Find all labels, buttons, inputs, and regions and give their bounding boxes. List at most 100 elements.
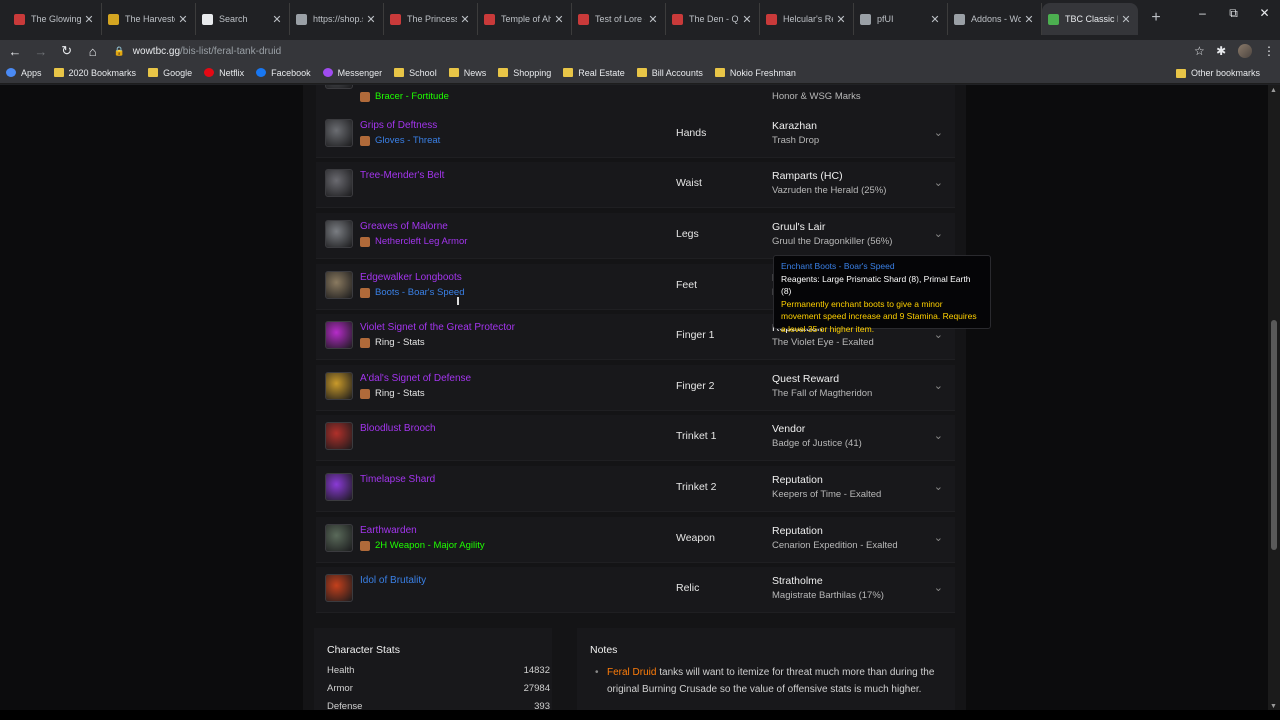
- tab-close-icon[interactable]: ✕: [929, 13, 941, 26]
- gear-row[interactable]: Timelapse Shard Trinket 2 Reputation Keeper…: [316, 466, 955, 512]
- chevron-down-icon[interactable]: ⌄: [934, 227, 943, 240]
- bookmark-item[interactable]: Shopping: [498, 68, 551, 78]
- bookmark-item[interactable]: Apps: [6, 68, 42, 78]
- item-icon[interactable]: [325, 422, 353, 450]
- chevron-down-icon[interactable]: ⌄: [934, 480, 943, 493]
- item-enchant[interactable]: Bracer - Fortitude: [360, 91, 449, 102]
- tab-close-icon[interactable]: ✕: [741, 13, 753, 26]
- browser-tab[interactable]: Addons - Wo ✕: [948, 3, 1042, 35]
- extensions-icon[interactable]: ✱: [1210, 44, 1232, 58]
- item-enchant[interactable]: 2H Weapon - Major Agility: [360, 540, 485, 551]
- item-name-link[interactable]: Tree-Mender's Belt: [360, 170, 444, 181]
- scrollbar-thumb[interactable]: [1271, 320, 1277, 550]
- item-name-link[interactable]: Grips of Deftness: [360, 120, 437, 131]
- bookmark-item[interactable]: School: [394, 68, 437, 78]
- item-enchant[interactable]: Ring - Stats: [360, 388, 425, 399]
- bookmark-item[interactable]: Google: [148, 68, 192, 78]
- tab-close-icon[interactable]: ✕: [647, 13, 659, 26]
- bookmark-item[interactable]: 2020 Bookmarks: [53, 68, 136, 78]
- page-scrollbar[interactable]: ▲ ▼: [1268, 85, 1280, 710]
- item-icon[interactable]: [325, 220, 353, 248]
- chevron-down-icon[interactable]: ⌄: [934, 581, 943, 594]
- bookmark-star-icon[interactable]: ☆: [1188, 44, 1210, 58]
- item-enchant[interactable]: Nethercleft Leg Armor: [360, 236, 467, 247]
- new-tab-icon[interactable]: +: [1144, 7, 1168, 31]
- gear-row[interactable]: Greaves of Malorne Nethercleft Leg Armor L…: [316, 213, 955, 259]
- gear-row[interactable]: Idol of Brutality Relic Stratholme Magistra…: [316, 567, 955, 613]
- item-name-link[interactable]: Idol of Brutality: [360, 575, 426, 586]
- reload-icon[interactable]: ↻: [56, 43, 78, 59]
- browser-tab[interactable]: The Glowing S✕: [8, 3, 102, 35]
- item-name-link[interactable]: Timelapse Shard: [360, 474, 435, 485]
- browser-tab[interactable]: Temple of Ah ✕: [478, 3, 572, 35]
- browser-tab[interactable]: The Den - Qu ✕: [666, 3, 760, 35]
- tab-close-icon[interactable]: ✕: [459, 13, 471, 26]
- item-name-link[interactable]: A'dal's Signet of Defense: [360, 373, 471, 384]
- gear-row[interactable]: A'dal's Signet of Defense Ring - Stats Fin…: [316, 365, 955, 411]
- item-enchant[interactable]: Ring - Stats: [360, 337, 425, 348]
- enchant-link[interactable]: Bracer - Fortitude: [375, 91, 449, 102]
- gear-row[interactable]: Grips of Deftness Gloves - Threat Hands Kar…: [316, 112, 955, 158]
- item-icon[interactable]: [325, 271, 353, 299]
- tab-close-icon[interactable]: ✕: [835, 13, 847, 26]
- menu-icon[interactable]: ⋮: [1258, 44, 1280, 58]
- chevron-down-icon[interactable]: ⌄: [934, 531, 943, 544]
- browser-tab[interactable]: TBC Classic Fe✕: [1042, 3, 1138, 35]
- enchant-link[interactable]: 2H Weapon - Major Agility: [375, 540, 485, 551]
- restore-icon[interactable]: ⧉: [1218, 0, 1249, 28]
- item-name-link[interactable]: Edgewalker Longboots: [360, 272, 462, 283]
- other-bookmarks[interactable]: Other bookmarks: [1175, 68, 1260, 78]
- tab-close-icon[interactable]: ✕: [553, 13, 565, 26]
- item-enchant[interactable]: Boots - Boar's Speed: [360, 287, 464, 298]
- gear-row[interactable]: Bloodlust Brooch Trinket 1 Vendor Badge of …: [316, 415, 955, 461]
- chevron-down-icon[interactable]: ⌄: [934, 429, 943, 442]
- chevron-down-icon[interactable]: ⌄: [934, 126, 943, 139]
- tab-close-icon[interactable]: ✕: [365, 13, 377, 26]
- scroll-down-icon[interactable]: ▼: [1270, 703, 1277, 710]
- chevron-down-icon[interactable]: ⌄: [934, 379, 943, 392]
- tab-close-icon[interactable]: ✕: [1023, 13, 1035, 26]
- profile-avatar[interactable]: [1238, 44, 1253, 58]
- item-name-link[interactable]: Earthwarden: [360, 525, 417, 536]
- bookmark-item[interactable]: Facebook: [256, 68, 311, 78]
- class-link[interactable]: Feral Druid: [607, 667, 656, 678]
- bookmark-item[interactable]: Messenger: [322, 68, 382, 78]
- browser-tab[interactable]: https://shop.s ✕: [290, 3, 384, 35]
- browser-tab[interactable]: Helcular's Re ✕: [760, 3, 854, 35]
- enchant-link[interactable]: Boots - Boar's Speed: [375, 287, 464, 298]
- item-icon[interactable]: [325, 321, 353, 349]
- item-icon[interactable]: [325, 119, 353, 147]
- enchant-link[interactable]: Ring - Stats: [375, 388, 425, 399]
- enchant-link[interactable]: Gloves - Threat: [375, 135, 440, 146]
- chevron-down-icon[interactable]: ⌄: [934, 176, 943, 189]
- bookmark-item[interactable]: Netflix: [204, 68, 244, 78]
- gear-row[interactable]: Earthwarden 2H Weapon - Major Agility Weap…: [316, 517, 955, 563]
- item-enchant[interactable]: Gloves - Threat: [360, 135, 440, 146]
- close-window-icon[interactable]: ✕: [1249, 0, 1280, 28]
- tab-close-icon[interactable]: ✕: [83, 13, 95, 26]
- tab-close-icon[interactable]: ✕: [271, 13, 283, 26]
- minimize-icon[interactable]: –: [1187, 0, 1218, 28]
- browser-tab[interactable]: The Harvester✕: [102, 3, 196, 35]
- bookmark-item[interactable]: News: [448, 68, 486, 78]
- enchant-link[interactable]: Nethercleft Leg Armor: [375, 236, 467, 247]
- back-icon[interactable]: ←: [4, 44, 26, 59]
- item-icon[interactable]: [325, 85, 353, 89]
- item-icon[interactable]: [325, 524, 353, 552]
- browser-tab[interactable]: The Princess T✕: [384, 3, 478, 35]
- bookmark-item[interactable]: Nokio Freshman: [714, 68, 796, 78]
- item-name-link[interactable]: Greaves of Malorne: [360, 221, 448, 232]
- bookmark-item[interactable]: Bill Accounts: [636, 68, 703, 78]
- browser-tab[interactable]: Search ✕: [196, 3, 290, 35]
- enchant-link[interactable]: Ring - Stats: [375, 337, 425, 348]
- browser-tab[interactable]: pfUI ✕: [854, 3, 948, 35]
- browser-tab[interactable]: Test of Lore - ✕: [572, 3, 666, 35]
- scroll-up-icon[interactable]: ▲: [1270, 87, 1277, 94]
- gear-row[interactable]: Tree-Mender's Belt Waist Ramparts (HC) Vazr…: [316, 162, 955, 208]
- bookmark-item[interactable]: Real Estate: [563, 68, 625, 78]
- home-icon[interactable]: ⌂: [82, 44, 104, 59]
- tab-close-icon[interactable]: ✕: [1120, 13, 1132, 26]
- item-icon[interactable]: [325, 169, 353, 197]
- address-bar[interactable]: 🔒 wowtbc.gg/bis-list/feral-tank-druid: [114, 41, 1189, 61]
- item-name-link[interactable]: Bloodlust Brooch: [360, 423, 436, 434]
